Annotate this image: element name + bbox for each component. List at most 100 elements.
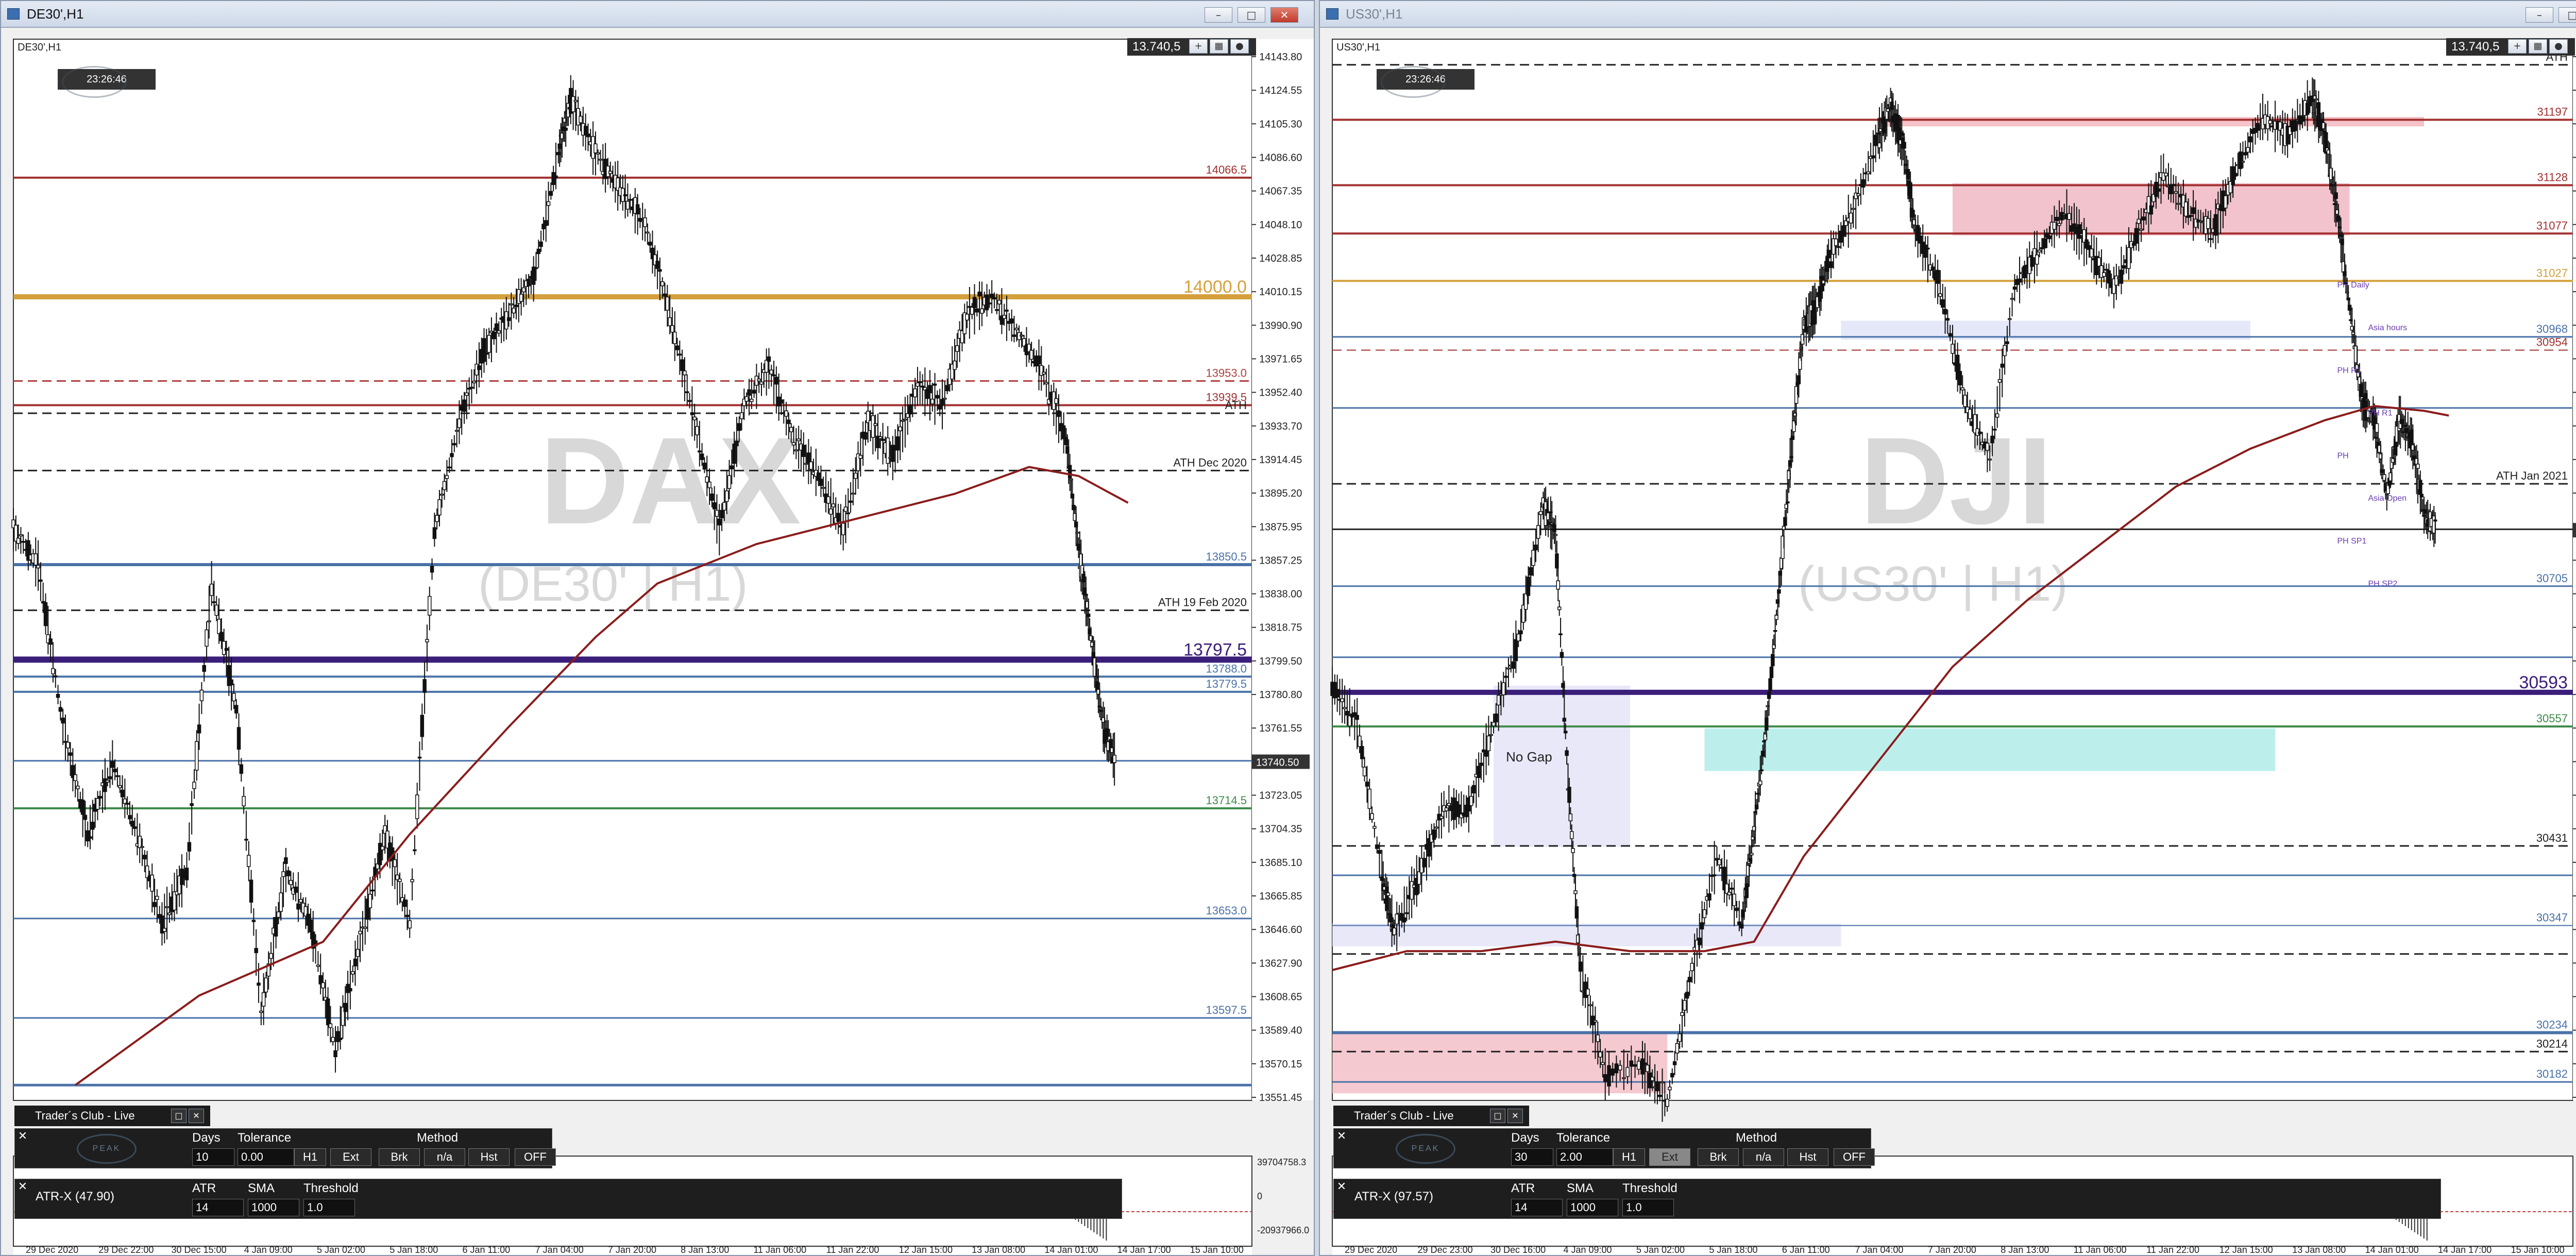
candle-body bbox=[1531, 550, 1535, 566]
time-tick-label: 11 Jan 06:00 bbox=[753, 1245, 806, 1255]
candle-body bbox=[298, 899, 303, 903]
atr-input[interactable]: 14 bbox=[192, 1199, 244, 1216]
chart-settings-button[interactable]: ● bbox=[2549, 39, 2568, 54]
days-input[interactable]: 10 bbox=[192, 1148, 234, 1166]
candle-body bbox=[415, 794, 419, 819]
candle-body bbox=[1560, 652, 1564, 658]
candle-body bbox=[2097, 257, 2101, 267]
level-label: 14000.0 bbox=[1183, 277, 1247, 297]
method-button-h1[interactable]: H1 bbox=[294, 1148, 326, 1166]
candle-body bbox=[462, 399, 466, 412]
gap-panel-close-icon[interactable]: ✕ bbox=[16, 1130, 29, 1143]
candle-body bbox=[819, 479, 823, 486]
threshold-input[interactable]: 1.0 bbox=[1622, 1199, 1674, 1216]
chart-area[interactable]: DE30',H1 DAX (DE30' | H1) 14066.5 14000.0 139… bbox=[1, 29, 1314, 1255]
candle-body bbox=[155, 895, 159, 900]
candle-body bbox=[236, 727, 241, 750]
candle-body bbox=[477, 365, 481, 370]
candle-body bbox=[821, 487, 825, 489]
gap-panel-close-icon[interactable]: ✕ bbox=[1335, 1130, 1348, 1143]
candle-body bbox=[871, 415, 875, 438]
chart-window-dax[interactable]: DE30',H1 – □ ✕ DE30',H1 DAX (DE30' | H1) 14… bbox=[0, 0, 1315, 1256]
candle-body bbox=[514, 304, 518, 308]
price-chart[interactable]: US30',H1DJI(US30' | H1)ATH31197311283107… bbox=[1320, 29, 2576, 1255]
method-button-na[interactable]: n/a bbox=[1743, 1148, 1784, 1166]
add-indicator-button[interactable]: + bbox=[2508, 39, 2527, 54]
candle-body bbox=[88, 836, 92, 839]
method-button-off[interactable]: OFF bbox=[1834, 1148, 1875, 1166]
minimize-button[interactable]: – bbox=[1205, 7, 1232, 23]
method-button-ext[interactable]: Ext bbox=[1649, 1148, 1690, 1166]
candle-body bbox=[1851, 208, 1856, 210]
traders-club-close-button[interactable]: ✕ bbox=[189, 1109, 204, 1123]
add-indicator-button[interactable]: + bbox=[1189, 39, 1208, 54]
atr-input[interactable]: 14 bbox=[1511, 1199, 1563, 1216]
chart-window-dji[interactable]: US30',H1 – □ ✕ US30',H1DJI(US30' | H1)AT… bbox=[1319, 0, 2576, 1256]
candle-body bbox=[445, 475, 449, 479]
method-button-ext[interactable]: Ext bbox=[330, 1148, 371, 1166]
method-button-na[interactable]: n/a bbox=[424, 1148, 465, 1166]
chart-grid-button[interactable]: ▦ bbox=[2529, 39, 2547, 54]
chart-settings-button[interactable]: ● bbox=[1230, 39, 1249, 54]
candle-body bbox=[2171, 184, 2176, 186]
method-button-brk[interactable]: Brk bbox=[379, 1148, 420, 1166]
candle-body bbox=[2114, 275, 2119, 286]
candle-body bbox=[2164, 173, 2168, 177]
price-tick-label: 14143.80 bbox=[1259, 52, 1302, 63]
threshold-input[interactable]: 1.0 bbox=[303, 1199, 355, 1216]
time-tick-label: 12 Jan 15:00 bbox=[2219, 1245, 2273, 1255]
chart-area[interactable]: US30',H1 DJI (US30' | H1) ATH 31197 31128 3107… bbox=[1320, 29, 2576, 1255]
candle-body bbox=[796, 438, 801, 442]
candle-body bbox=[1471, 785, 1476, 794]
gap-finder-panel[interactable]: ✕ PEAK Days Tolerance Method 30 2.00 H1 E… bbox=[1333, 1128, 1875, 1168]
candle-body bbox=[2119, 269, 2124, 284]
maximize-button[interactable]: □ bbox=[2558, 7, 2576, 23]
sma-input[interactable]: 1000 bbox=[1567, 1199, 1618, 1216]
candle-body bbox=[234, 705, 239, 714]
atr-x-panel[interactable]: ✕ ATR-X (47.90) ATR SMA Threshold 14 100… bbox=[14, 1179, 1122, 1219]
method-button-hst[interactable]: Hst bbox=[468, 1148, 510, 1166]
candle-body bbox=[1841, 225, 1845, 237]
price-tick-label: 13857.25 bbox=[1259, 555, 1302, 566]
close-button[interactable]: ✕ bbox=[1270, 7, 1298, 23]
candle-body bbox=[2057, 223, 2061, 226]
candle-body bbox=[1685, 992, 1689, 999]
sma-input[interactable]: 1000 bbox=[248, 1199, 299, 1216]
atr-panel-close-icon[interactable]: ✕ bbox=[1335, 1180, 1348, 1194]
candle-body bbox=[1002, 315, 1006, 319]
candle-body bbox=[722, 502, 726, 511]
days-input[interactable]: 30 bbox=[1511, 1148, 1553, 1166]
candle-body bbox=[1978, 431, 1982, 434]
atr-x-panel[interactable]: ✕ ATR-X (97.57) ATR SMA Threshold 14 100… bbox=[1333, 1179, 2441, 1219]
method-button-h1[interactable]: H1 bbox=[1613, 1148, 1645, 1166]
candle-body bbox=[2156, 188, 2161, 192]
atr-panel-close-icon[interactable]: ✕ bbox=[16, 1180, 29, 1194]
traders-club-restore-button[interactable]: □ bbox=[1490, 1109, 1505, 1123]
minimize-button[interactable]: – bbox=[2526, 7, 2553, 23]
tolerance-input[interactable]: 0.00 bbox=[238, 1148, 294, 1166]
candle-body bbox=[1643, 1062, 1647, 1065]
price-chart[interactable]: DE30',H1DAX(DE30' | H1)14066.514000.0139… bbox=[1, 29, 1314, 1255]
candle-body bbox=[1553, 534, 1558, 536]
maximize-button[interactable]: □ bbox=[1238, 7, 1265, 23]
candle-body bbox=[454, 430, 459, 432]
method-button-off[interactable]: OFF bbox=[515, 1148, 556, 1166]
chart-grid-button[interactable]: ▦ bbox=[1210, 39, 1228, 54]
gap-finder-panel[interactable]: ✕ PEAK Days Tolerance Method 10 0.00 H1 E… bbox=[14, 1128, 556, 1168]
traders-club-restore-button[interactable]: □ bbox=[171, 1109, 187, 1123]
candle-body bbox=[217, 619, 221, 634]
candle-body bbox=[519, 294, 523, 302]
zone-rect bbox=[1494, 686, 1630, 847]
symbol-corner-label: DE30',H1 bbox=[18, 42, 61, 53]
method-button-hst[interactable]: Hst bbox=[1787, 1148, 1828, 1166]
method-button-brk[interactable]: Brk bbox=[1698, 1148, 1739, 1166]
candle-body bbox=[635, 204, 640, 215]
title-bar[interactable]: US30',H1 – □ ✕ bbox=[1320, 1, 2576, 28]
level-label: 13850.5 bbox=[1206, 550, 1247, 563]
title-bar[interactable]: DE30',H1 – □ ✕ bbox=[1, 1, 1314, 28]
candle-body bbox=[841, 522, 845, 535]
traders-club-close-button[interactable]: ✕ bbox=[1507, 1109, 1523, 1123]
candle-body bbox=[249, 879, 253, 903]
sma-label: SMA bbox=[1567, 1181, 1594, 1195]
tolerance-input[interactable]: 2.00 bbox=[1556, 1148, 1613, 1166]
